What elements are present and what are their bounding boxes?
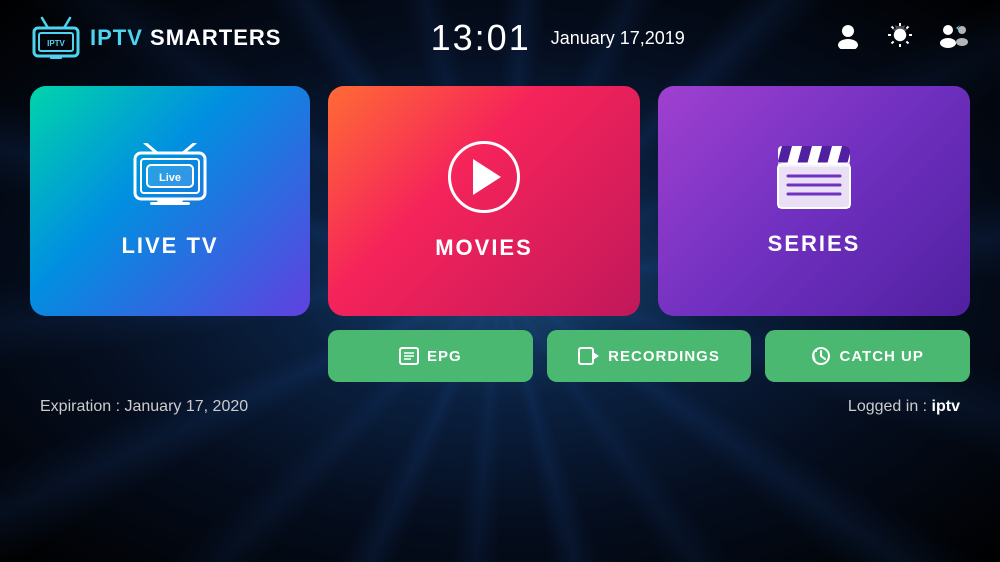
series-label: SERIES: [768, 231, 861, 257]
live-tv-card[interactable]: Live LIVE TV: [30, 86, 310, 316]
epg-button[interactable]: EPG: [328, 330, 533, 382]
expiration-info: Expiration : January 17, 2020: [40, 398, 248, 416]
logo-area: IPTV IPTV SMARTERS: [30, 16, 281, 60]
main-content: Live LIVE TV MOVIES: [0, 76, 1000, 382]
recordings-label: RECORDINGS: [608, 348, 720, 365]
live-tv-icon: Live: [125, 143, 215, 213]
tv-logo-icon: IPTV: [30, 16, 82, 60]
catchup-icon: [811, 346, 831, 366]
loggedin-prefix: Logged in :: [848, 398, 932, 415]
bottom-buttons: EPG RECORDINGS CATCH UP: [328, 330, 970, 382]
epg-icon: [399, 346, 419, 366]
logged-in-info: Logged in : iptv: [848, 398, 960, 416]
logo-iptv: IPTV: [90, 25, 143, 50]
header: IPTV IPTV SMARTERS 13:01 January 17,2019: [0, 0, 1000, 76]
header-icons: [834, 21, 970, 56]
expiration-prefix: Expiration :: [40, 398, 124, 415]
movies-card[interactable]: MOVIES: [328, 86, 640, 316]
loggedin-user: iptv: [932, 398, 960, 415]
logo-smarters: SMARTERS: [143, 25, 282, 50]
movies-label: MOVIES: [435, 235, 533, 261]
date-display: January 17,2019: [551, 28, 685, 49]
catchup-button[interactable]: CATCH UP: [765, 330, 970, 382]
footer: Expiration : January 17, 2020 Logged in …: [0, 382, 1000, 426]
svg-text:Live: Live: [159, 172, 181, 184]
catchup-label: CATCH UP: [839, 348, 923, 365]
clock-display: 13:01: [431, 17, 531, 59]
right-column: MOVIES: [328, 86, 970, 382]
logo-text: IPTV SMARTERS: [90, 25, 281, 51]
recordings-icon: [578, 347, 600, 365]
play-triangle: [473, 159, 501, 195]
top-cards: MOVIES: [328, 86, 970, 316]
series-card[interactable]: SERIES: [658, 86, 970, 316]
epg-label: EPG: [427, 348, 462, 365]
header-center: 13:01 January 17,2019: [431, 17, 685, 59]
recordings-button[interactable]: RECORDINGS: [547, 330, 752, 382]
profile-icon[interactable]: [834, 21, 862, 56]
settings-icon[interactable]: [886, 21, 914, 56]
switch-user-icon[interactable]: [938, 21, 970, 56]
live-tv-label: LIVE TV: [121, 233, 218, 259]
clapperboard-icon: [774, 146, 854, 211]
svg-text:IPTV: IPTV: [47, 39, 65, 48]
play-button-icon: [448, 141, 520, 213]
expiration-date: January 17, 2020: [124, 398, 248, 415]
